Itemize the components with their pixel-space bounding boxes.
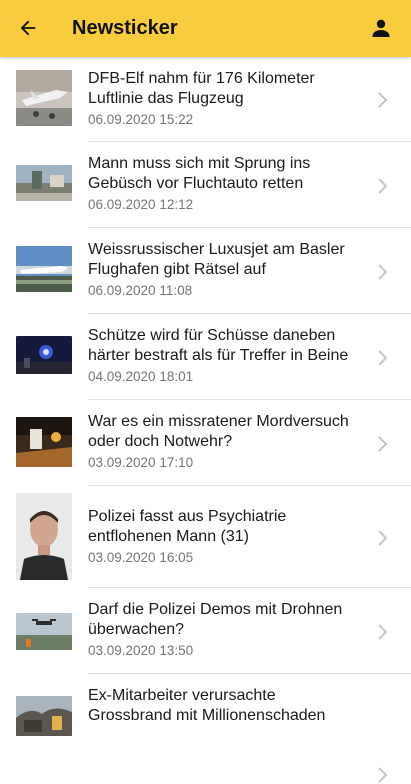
article-date: 06.09.2020 15:22: [88, 112, 194, 127]
article-thumbnail: [16, 696, 72, 736]
article-date: 06.09.2020 11:08: [88, 283, 193, 298]
list-item[interactable]: Polizei fasst aus Psychiatrie entflohene…: [0, 486, 411, 588]
article-thumbnail: [16, 246, 72, 292]
chevron-right-icon: [378, 530, 388, 546]
article-headline: Schütze wird für Schüsse daneben härter …: [88, 327, 349, 364]
page-title: Newsticker: [72, 17, 178, 39]
article-headline: Ex-Mitarbeiter verursachte Grossbrand mi…: [88, 687, 326, 724]
article-thumbnail: [16, 417, 72, 467]
chevron-right-icon: [378, 264, 388, 280]
article-thumbnail: [16, 493, 72, 580]
arrow-left-icon: [20, 20, 36, 36]
chevron-right-icon: [378, 436, 388, 452]
article-date: 03.09.2020 16:05: [88, 550, 194, 565]
article-headline: Mann muss sich mit Sprung ins Gebüsch vo…: [88, 155, 311, 192]
chevron-right-icon: [378, 92, 388, 108]
chevron-right-icon: [378, 624, 388, 640]
chevron-right-icon: [378, 350, 388, 366]
list-item[interactable]: Darf die Polizei Demos mit Drohnen überw…: [0, 588, 411, 674]
back-button[interactable]: [10, 10, 46, 46]
article-headline: Polizei fasst aus Psychiatrie entflohene…: [88, 508, 287, 545]
account-button[interactable]: [363, 10, 399, 46]
article-headline: DFB-Elf nahm für 176 Kilometer Luftlinie…: [88, 70, 315, 107]
article-headline: War es ein missratener Mordversuch oder …: [88, 413, 349, 450]
app-bar: Newsticker: [0, 0, 411, 57]
article-thumbnail: [16, 165, 72, 201]
list-item[interactable]: Schütze wird für Schüsse daneben härter …: [0, 314, 411, 400]
article-date: 04.09.2020 18:01: [88, 369, 194, 384]
article-date: 03.09.2020 13:50: [88, 643, 194, 658]
article-thumbnail: [16, 70, 72, 126]
chevron-right-icon: [378, 178, 388, 194]
list-item[interactable]: War es ein missratener Mordversuch oder …: [0, 400, 411, 486]
article-thumbnail: [16, 613, 72, 650]
person-icon: [372, 19, 390, 37]
article-date: 06.09.2020 12:12: [88, 197, 194, 212]
article-headline: Darf die Polizei Demos mit Drohnen überw…: [88, 601, 343, 638]
article-date: 03.09.2020 17:10: [88, 455, 194, 470]
list-item[interactable]: Ex-Mitarbeiter verursachte Grossbrand mi…: [0, 674, 411, 783]
list-item[interactable]: DFB-Elf nahm für 176 Kilometer Luftlinie…: [0, 57, 411, 142]
article-thumbnail: [16, 336, 72, 374]
list-item[interactable]: Mann muss sich mit Sprung ins Gebüsch vo…: [0, 142, 411, 228]
list-item[interactable]: Weissrussischer Luxusjet am Basler Flugh…: [0, 228, 411, 314]
chevron-right-icon: [378, 767, 388, 783]
article-headline: Weissrussischer Luxusjet am Basler Flugh…: [88, 241, 345, 278]
